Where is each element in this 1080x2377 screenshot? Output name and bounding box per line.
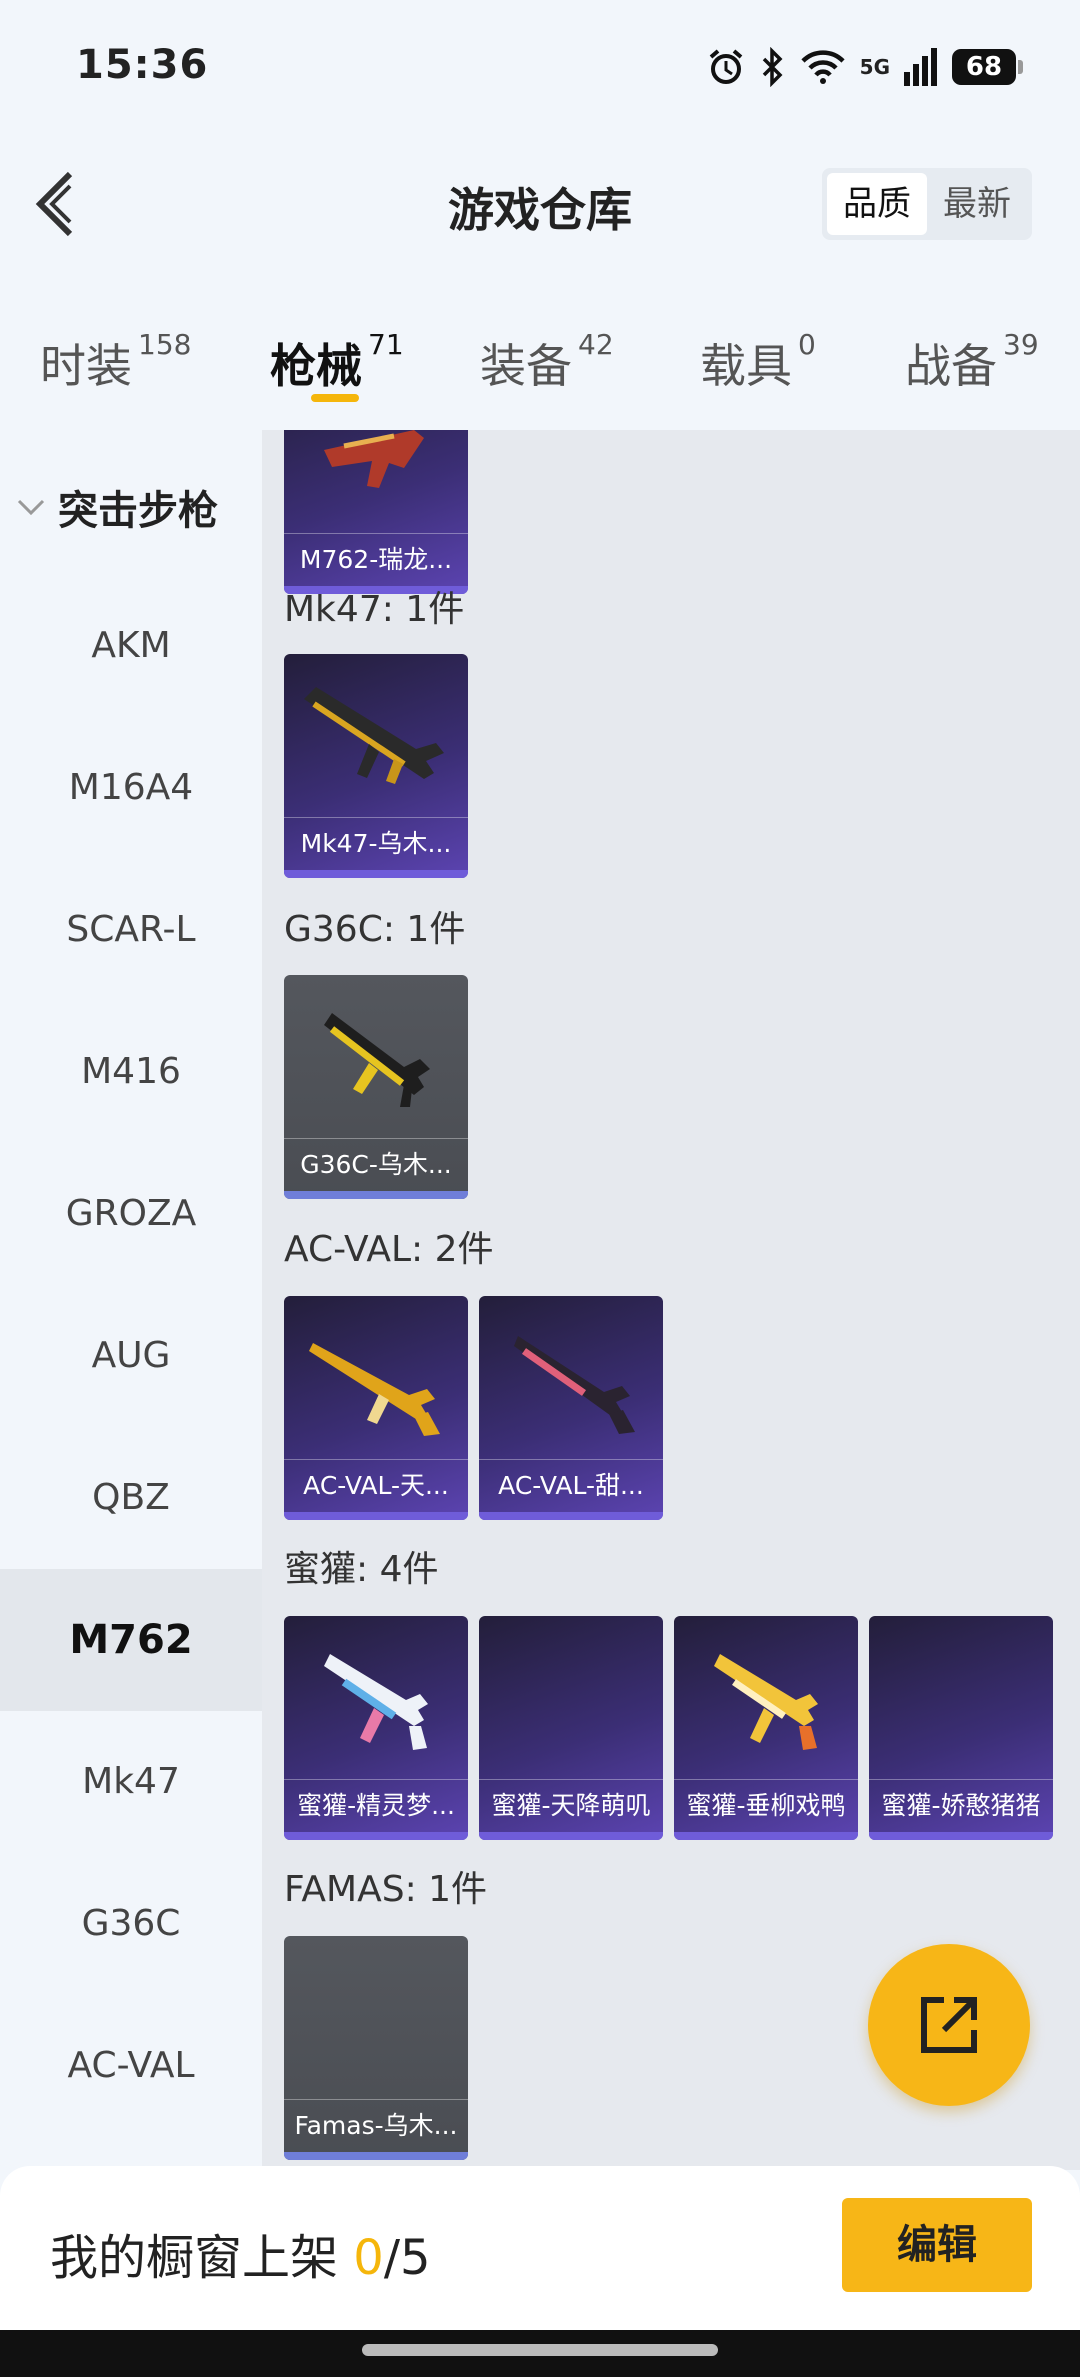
battery-icon: 68 <box>952 49 1023 85</box>
sidebar-item-groza[interactable]: GROZA <box>0 1143 262 1285</box>
active-tab-indicator <box>311 394 359 402</box>
gun-image <box>309 1343 440 1436</box>
sidebar-item-akm[interactable]: AKM <box>0 575 262 717</box>
tab-vehicles[interactable]: 载具 0 <box>700 328 816 396</box>
wifi-icon <box>801 50 845 84</box>
rarity-bar <box>674 1832 858 1840</box>
tab-label: 战备 <box>905 339 997 393</box>
skin-card[interactable]: AC-VAL-天... <box>284 1296 468 1520</box>
skin-name: M762-瑞龙... <box>284 533 468 586</box>
share-button[interactable] <box>868 1944 1030 2106</box>
skin-card[interactable]: 蜜獾-娇憨猪猪 <box>869 1616 1053 1840</box>
rarity-bar <box>284 1191 468 1199</box>
skin-card[interactable]: Mk47-乌木... <box>284 654 468 878</box>
category-header[interactable]: 突击步枪 <box>16 478 218 536</box>
weapon-sidebar: 突击步枪 AKM M16A4 SCAR-L M416 GROZA AUG QBZ… <box>0 430 262 2170</box>
weapon-grid: M762-瑞龙... Mk47: 1件 Mk47-乌木... G36C: 1件 … <box>262 430 1080 2170</box>
header: 游戏仓库 品质 最新 <box>0 150 1080 260</box>
status-bar: 15:36 5G 68 <box>0 0 1080 140</box>
skin-name: G36C-乌木... <box>284 1138 468 1191</box>
sidebar-item-ac-val[interactable]: AC-VAL <box>0 1995 262 2137</box>
sort-latest-button[interactable]: 最新 <box>927 173 1027 235</box>
rarity-bar <box>869 1832 1053 1840</box>
skin-name: Mk47-乌木... <box>284 817 468 870</box>
category-label: 突击步枪 <box>58 488 218 534</box>
sidebar-item-m16a4[interactable]: M16A4 <box>0 717 262 859</box>
skin-name: 蜜獾-精灵梦... <box>284 1779 468 1832</box>
sidebar-item-m762[interactable]: M762 <box>0 1569 262 1711</box>
rarity-bar <box>284 1512 468 1520</box>
rarity-bar <box>479 1832 663 1840</box>
tab-guns[interactable]: 枪械 71 <box>270 328 404 396</box>
skin-card[interactable]: Famas-乌木... <box>284 1936 468 2160</box>
tab-label: 载具 <box>700 339 792 393</box>
edit-button[interactable]: 编辑 <box>842 2198 1032 2292</box>
tab-count: 42 <box>578 328 614 361</box>
showcase-label: 我的橱窗上架 <box>50 2230 354 2286</box>
skin-name: 蜜獾-娇憨猪猪 <box>869 1779 1053 1832</box>
sort-quality-button[interactable]: 品质 <box>827 173 927 235</box>
section-title: AC-VAL: 2件 <box>284 1229 494 1270</box>
bottom-bar: 我的橱窗上架 0/5 编辑 <box>0 2166 1080 2330</box>
rarity-bar <box>284 870 468 878</box>
gun-image <box>514 1336 635 1434</box>
sidebar-item-mk47[interactable]: Mk47 <box>0 1711 262 1853</box>
rarity-bar <box>284 2152 468 2160</box>
section-title: Mk47: 1件 <box>284 589 465 630</box>
showcase-count: 0 <box>353 2230 384 2286</box>
gun-image <box>304 687 444 784</box>
sidebar-item-qbz[interactable]: QBZ <box>0 1427 262 1569</box>
signal-icon <box>904 48 937 86</box>
home-indicator[interactable] <box>362 2344 718 2356</box>
system-nav-bar <box>0 2330 1080 2377</box>
network-type: 5G <box>859 55 890 79</box>
showcase-status: 我的橱窗上架 0/5 <box>50 2218 431 2288</box>
skin-card[interactable]: AC-VAL-甜... <box>479 1296 663 1520</box>
skin-name: AC-VAL-甜... <box>479 1459 663 1512</box>
bluetooth-icon <box>762 47 783 87</box>
alarm-icon <box>709 49 742 84</box>
sidebar-item-g36c[interactable]: G36C <box>0 1853 262 1995</box>
category-tabs: 时装 158 枪械 71 装备 42 载具 0 战备 39 <box>0 310 1080 420</box>
sidebar-item-scar-l[interactable]: SCAR-L <box>0 859 262 1001</box>
tab-count: 71 <box>368 328 404 361</box>
tab-label: 装备 <box>480 339 572 393</box>
showcase-total: /5 <box>383 2230 431 2286</box>
battery-level: 68 <box>965 52 1003 82</box>
tab-fashion[interactable]: 时装 158 <box>40 328 191 396</box>
gun-image <box>324 1013 430 1107</box>
skin-card[interactable]: M762-瑞龙... <box>284 430 468 594</box>
skin-name: 蜜獾-垂柳戏鸭 <box>674 1779 858 1832</box>
tab-label: 时装 <box>40 339 132 393</box>
gun-image <box>714 1654 818 1750</box>
section-title: 蜜獾: 4件 <box>284 1549 439 1590</box>
sidebar-item-aug[interactable]: AUG <box>0 1285 262 1427</box>
sidebar-item-m416[interactable]: M416 <box>0 1001 262 1143</box>
skin-card[interactable]: 蜜獾-天降萌叽 <box>479 1616 663 1840</box>
tab-label: 枪械 <box>270 339 362 393</box>
section-title: FAMAS: 1件 <box>284 1869 488 1910</box>
tab-count: 39 <box>1003 328 1039 361</box>
chevron-down-icon <box>17 499 45 516</box>
gun-image <box>324 430 424 488</box>
status-time: 15:36 <box>76 42 209 88</box>
skin-name: 蜜獾-天降萌叽 <box>479 1779 663 1832</box>
tab-equipment[interactable]: 装备 42 <box>480 328 614 396</box>
rarity-bar <box>479 1512 663 1520</box>
share-icon <box>921 1997 977 2053</box>
sort-toggle: 品质 最新 <box>822 168 1032 240</box>
skin-card[interactable]: 蜜獾-垂柳戏鸭 <box>674 1616 858 1840</box>
rarity-bar <box>284 1832 468 1840</box>
skin-card[interactable]: G36C-乌木... <box>284 975 468 1199</box>
skin-card[interactable]: 蜜獾-精灵梦... <box>284 1616 468 1840</box>
tab-count: 0 <box>798 328 816 361</box>
skin-name: AC-VAL-天... <box>284 1459 468 1512</box>
section-title: G36C: 1件 <box>284 909 466 950</box>
skin-name: Famas-乌木... <box>284 2099 468 2152</box>
tab-count: 158 <box>138 328 192 361</box>
tab-supplies[interactable]: 战备 39 <box>905 328 1039 396</box>
status-icons: 5G 68 <box>706 44 1023 90</box>
gun-image <box>324 1654 428 1750</box>
